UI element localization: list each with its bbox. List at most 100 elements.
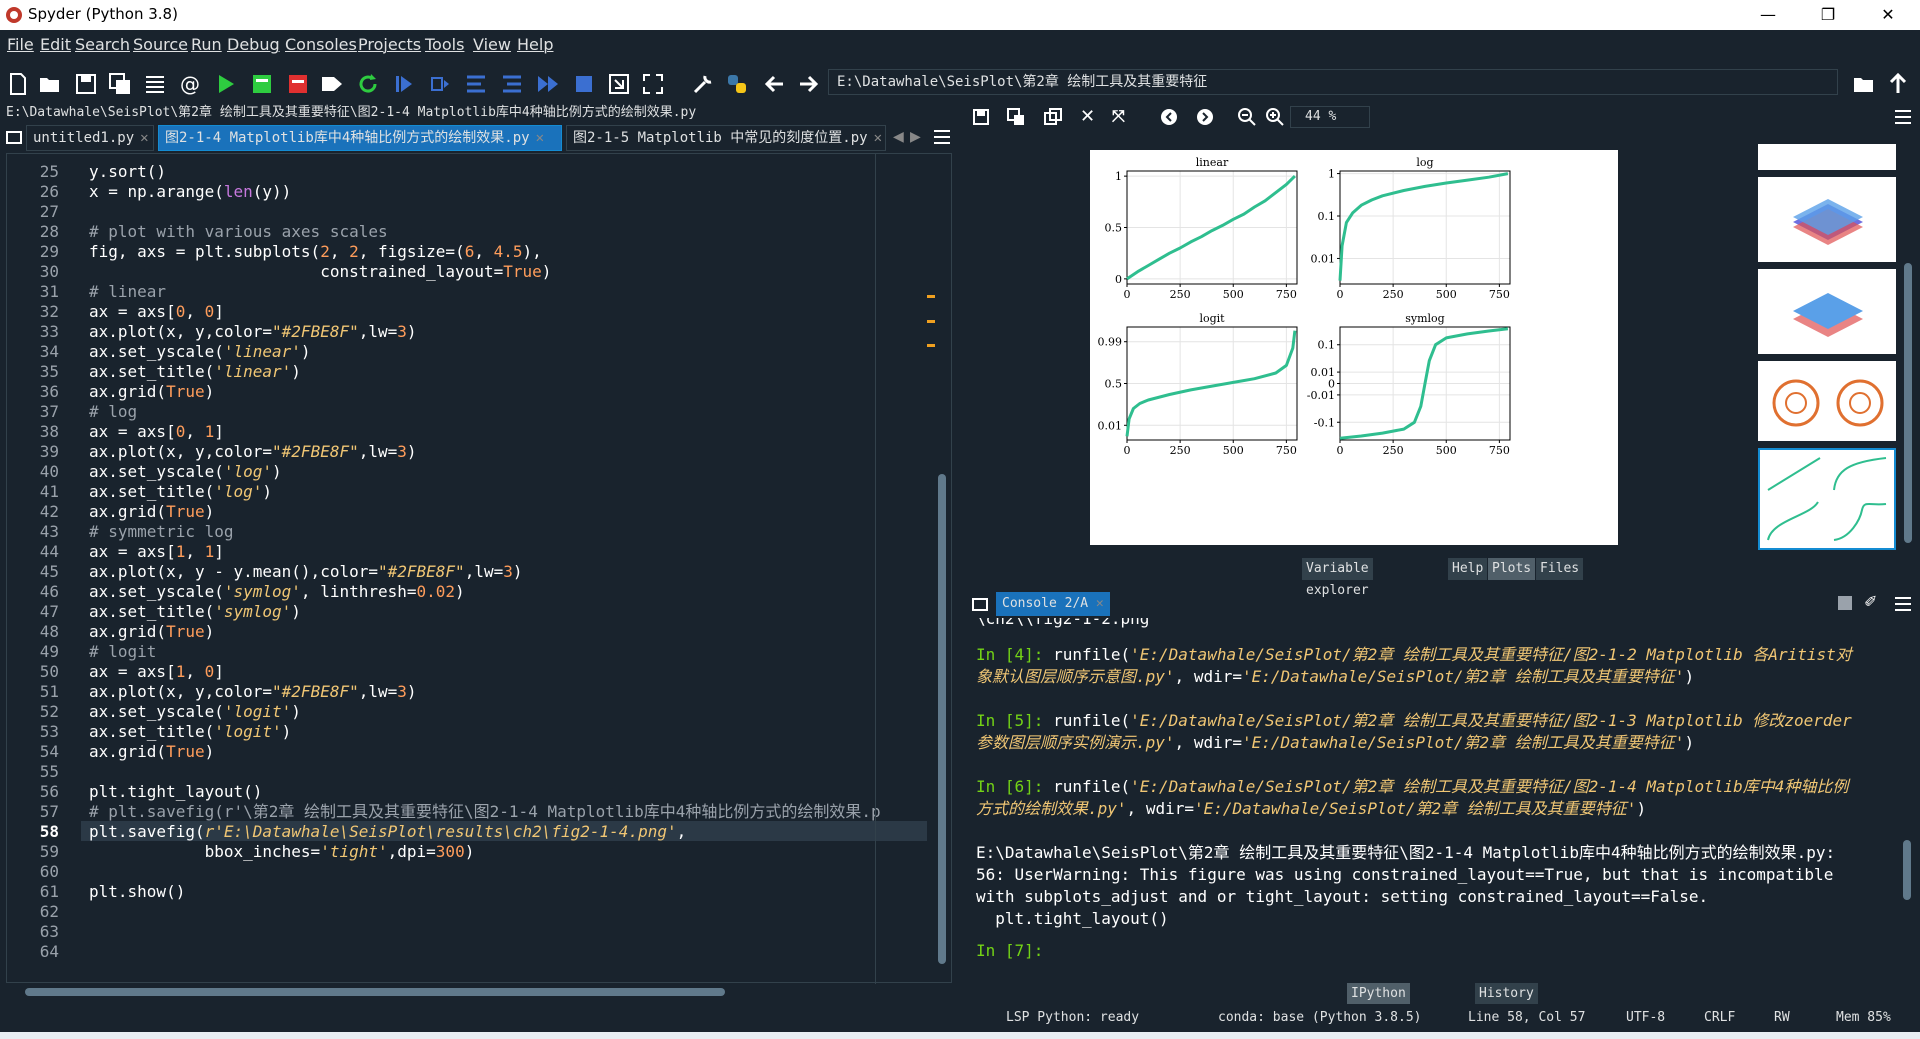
menu-view[interactable]: View [473,35,511,54]
tab-help[interactable]: Help [1448,558,1488,580]
menu-run[interactable]: Run [191,35,222,54]
step-into-icon[interactable] [464,72,488,96]
code-line[interactable]: # log [89,402,925,422]
zoom-level-display[interactable]: 44 % [1290,106,1370,128]
run-cell-icon[interactable] [250,72,274,96]
plot-thumbnail[interactable] [1758,177,1896,262]
remove-plot-icon[interactable]: ✕ [1080,106,1095,127]
tab-scroll-right-icon[interactable]: ▶ [910,129,921,145]
code-line[interactable]: ax = axs[0, 0] [89,302,925,322]
plot-thumbnail[interactable] [1758,269,1896,354]
menu-consoles[interactable]: Consoles [285,35,357,54]
save-plot-icon[interactable] [972,108,990,126]
menu-edit[interactable]: Edit [40,35,71,54]
at-sign-icon[interactable]: @ [178,72,202,96]
close-button[interactable]: ✕ [1868,3,1908,27]
stop-debug-icon[interactable] [572,72,596,96]
code-line[interactable]: plt.show() [89,882,925,902]
code-line[interactable]: ax.plot(x, y,color="#2FBE8F",lw=3) [89,682,925,702]
open-file-icon[interactable] [38,72,62,96]
plot-thumbnail[interactable] [1758,361,1896,441]
code-line[interactable]: ax.plot(x, y,color="#2FBE8F",lw=3) [89,322,925,342]
code-line[interactable]: plt.tight_layout() [89,782,925,802]
fullscreen-icon[interactable] [641,72,665,96]
code-line[interactable]: ax.set_title('symlog') [89,602,925,622]
next-plot-icon[interactable] [1196,108,1214,126]
save-icon[interactable] [74,72,98,96]
tab-variable-explorer[interactable]: Variable explorer [1302,558,1373,598]
tab-ipython-console[interactable]: IPython console [1347,983,1410,1023]
save-all-icon[interactable] [108,72,132,96]
tab-console-2a[interactable]: Console 2/A ✕ [996,592,1110,616]
python-path-icon[interactable] [725,72,749,96]
tab-files[interactable]: Files [1536,558,1584,580]
code-line[interactable]: y.sort() [89,162,925,182]
rerun-icon[interactable] [356,72,380,96]
editor-vertical-scrollbar[interactable] [935,154,949,972]
back-arrow-icon[interactable] [763,72,787,96]
forward-arrow-icon[interactable] [796,72,820,96]
working-directory-input[interactable]: E:\Datawhale\SeisPlot\第2章 绘制工具及其重要特征 [828,69,1838,95]
plots-options-menu-icon[interactable] [1894,109,1912,125]
code-line[interactable]: ax.set_yscale('logit') [89,702,925,722]
browse-tabs-icon[interactable] [6,129,22,145]
menu-debug[interactable]: Debug [227,35,280,54]
minimize-button[interactable]: — [1748,3,1788,27]
zoom-in-icon[interactable] [1266,108,1284,126]
code-line[interactable]: # logit [89,642,925,662]
run-icon[interactable] [214,72,238,96]
tab-history[interactable]: History [1475,983,1538,1005]
new-file-icon[interactable] [6,72,30,96]
step-return-icon[interactable] [500,72,524,96]
browse-consoles-icon[interactable] [972,596,988,612]
ipython-console[interactable]: \ch2\\fig2-1-2.png In [4]: runfile('E:/D… [962,618,1907,980]
console-options-menu-icon[interactable] [1894,596,1912,612]
tab-close-icon[interactable]: ✕ [874,130,882,146]
code-line[interactable]: ax.grid(True) [89,622,925,642]
code-line[interactable]: constrained_layout=True) [89,262,925,282]
thumbnail-scrollbar[interactable] [1903,145,1913,545]
scrollbar-thumb[interactable] [938,474,946,964]
code-line[interactable]: fig, axs = plt.subplots(2, 2, figsize=(6… [89,242,925,262]
continue-icon[interactable] [536,72,560,96]
code-line[interactable]: # plot with various axes scales [89,222,925,242]
tab-close-icon[interactable]: ✕ [1096,596,1104,611]
menu-source[interactable]: Source [133,35,188,54]
code-editor[interactable]: 25 26 27 28 29 30 31 32 33 34 35 36 37 38 39 40 41 42 43 44… [6,153,952,996]
menu-help[interactable]: Help [517,35,553,54]
menu-projects[interactable]: Projects [358,35,421,54]
tab-close-icon[interactable]: ✕ [140,130,148,146]
code-line[interactable]: ax.grid(True) [89,742,925,762]
code-line[interactable]: # linear [89,282,925,302]
restore-button[interactable]: ❐ [1808,3,1848,27]
plot-thumbnail[interactable] [1758,144,1896,170]
code-line[interactable]: ax = axs[0, 1] [89,422,925,442]
code-line[interactable]: ax.grid(True) [89,502,925,522]
tab-scroll-left-icon[interactable]: ◀ [893,129,904,145]
file-list-icon[interactable] [143,72,167,96]
code-line[interactable]: ax.plot(x, y - y.mean(),color="#2FBE8F",… [89,562,925,582]
parent-directory-icon[interactable] [1886,72,1910,96]
debug-icon[interactable] [392,72,416,96]
code-line[interactable]: ax.set_yscale('symlog', linthresh=0.02) [89,582,925,602]
tab-fig2-1-5[interactable]: 图2-1-5 Matplotlib 中常见的刻度位置.py ✕ [566,125,886,151]
run-selection-icon[interactable] [320,72,344,96]
interrupt-kernel-icon[interactable] [1838,596,1852,610]
previous-plot-icon[interactable] [1160,108,1178,126]
clear-console-icon[interactable]: ✐ [1864,592,1877,611]
step-icon[interactable] [428,72,452,96]
code-line[interactable]: plt.savefig(r'E:\Datawhale\SeisPlot\resu… [89,822,925,842]
code-line[interactable]: ax.set_title('logit') [89,722,925,742]
code-line[interactable]: ax.grid(True) [89,382,925,402]
tab-plots[interactable]: Plots [1488,558,1536,580]
editor-options-menu-icon[interactable] [933,129,951,145]
menu-search[interactable]: Search [75,35,130,54]
menu-tools[interactable]: Tools [425,35,464,54]
remove-all-plots-icon[interactable]: ⤧ [1112,106,1125,126]
code-line[interactable]: ax = axs[1, 1] [89,542,925,562]
zoom-out-icon[interactable] [1238,108,1256,126]
run-cell-advance-icon[interactable] [286,72,310,96]
tab-close-icon[interactable]: ✕ [536,130,544,146]
save-all-plots-icon[interactable] [1007,108,1025,126]
console-scrollbar[interactable] [1902,640,1912,970]
